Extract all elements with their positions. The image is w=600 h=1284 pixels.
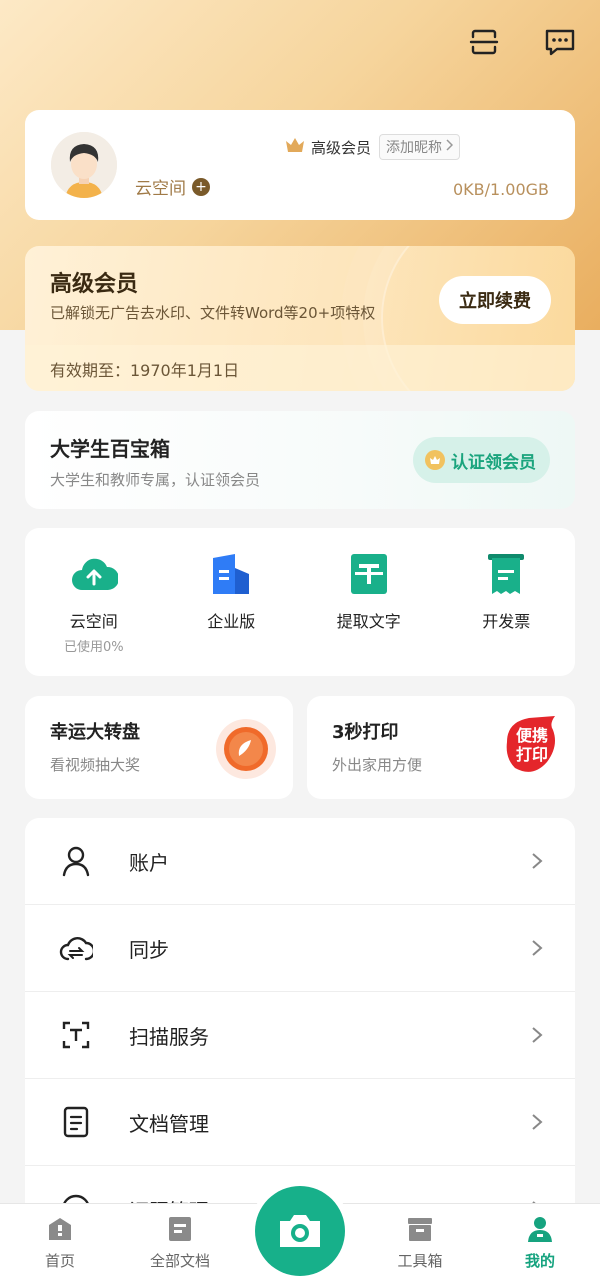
cloud-space-label: 云空间 [135, 179, 186, 199]
cloud-upload-icon [70, 550, 118, 598]
scan-icon[interactable] [466, 24, 502, 60]
member-info: 高级会员 添加昵称 [285, 134, 461, 160]
toolbox-icon [405, 1214, 435, 1244]
member-level-label: 高级会员 [311, 138, 372, 157]
text-scan-icon [59, 1018, 93, 1052]
promo-description: 外出家用方便 [332, 756, 423, 774]
coin-icon [425, 450, 445, 470]
quick-actions: 云空间 已使用0% 企业版 提取文字 开发票 [25, 528, 575, 676]
chevron-right-icon [531, 851, 545, 871]
vip-title: 高级会员 [50, 272, 139, 297]
plus-icon: + [192, 177, 210, 196]
tab-mine[interactable]: 我的 [490, 1214, 590, 1271]
chevron-right-icon [531, 1112, 545, 1132]
building-icon [207, 550, 255, 598]
promo-lucky-wheel[interactable]: 幸运大转盘 看视频抽大奖 [25, 696, 293, 799]
menu-label: 同步 [129, 937, 169, 962]
home-icon [45, 1214, 75, 1244]
chevron-right-icon [445, 139, 454, 155]
quick-invoice[interactable]: 开发票 [438, 528, 576, 676]
member-level: 高级会员 [285, 137, 371, 158]
menu-item-scan-service[interactable]: 扫描服务 [25, 992, 575, 1079]
tab-label: 全部文档 [149, 1252, 210, 1270]
promo-print[interactable]: 3秒打印 外出家用方便 便携 打印 [307, 696, 575, 799]
menu-label: 文档管理 [129, 1111, 209, 1136]
menu-label: 扫描服务 [129, 1024, 209, 1049]
badge-line: 便携 [515, 726, 548, 745]
camera-button-wrap [249, 1180, 351, 1282]
student-description: 大学生和教师专属，认证领会员 [50, 471, 261, 489]
quick-label: 云空间 [69, 612, 118, 631]
quick-label: 提取文字 [336, 612, 401, 631]
settings-menu: 账户 同步 扫描服务 文档管理 证照管理 [25, 818, 575, 1238]
cloud-sync-icon [59, 931, 93, 965]
menu-item-sync[interactable]: 同步 [25, 905, 575, 992]
invoice-icon [482, 550, 530, 598]
lucky-wheel-icon [215, 718, 277, 784]
quick-enterprise[interactable]: 企业版 [163, 528, 301, 676]
chevron-right-icon [531, 1025, 545, 1045]
renew-button[interactable]: 立即续费 [439, 276, 551, 324]
text-extract-icon [345, 550, 393, 598]
vip-expiry: 有效期至：1970年1月1日 [50, 361, 240, 380]
tab-label: 我的 [524, 1252, 555, 1270]
promo-description: 看视频抽大奖 [50, 756, 141, 774]
documents-icon [165, 1214, 195, 1244]
tab-home[interactable]: 首页 [10, 1214, 110, 1271]
camera-icon [280, 1215, 320, 1247]
storage-usage: 0KB/1.00GB [452, 180, 549, 199]
vip-card[interactable]: 高级会员 已解锁无广告去水印、文件转Word等20+项特权 立即续费 有效期至：… [25, 246, 575, 391]
tab-label: 首页 [44, 1252, 75, 1270]
message-icon[interactable] [542, 24, 578, 60]
crown-icon [285, 137, 305, 157]
user-profile-icon [525, 1214, 555, 1244]
vip-expiry-bar: 有效期至：1970年1月1日 [25, 345, 575, 391]
tab-all-documents[interactable]: 全部文档 [130, 1214, 230, 1271]
user-icon [59, 844, 93, 878]
cloud-space-entry[interactable]: 云空间 + [135, 174, 210, 199]
profile-card: 高级会员 添加昵称 云空间 + 0KB/1.00GB [25, 110, 575, 220]
camera-button[interactable] [255, 1186, 345, 1276]
quick-label: 企业版 [207, 612, 256, 631]
tab-toolbox[interactable]: 工具箱 [370, 1214, 470, 1271]
certify-label: 认证领会员 [451, 452, 536, 473]
add-nickname-label: 添加昵称 [386, 140, 443, 156]
menu-item-account[interactable]: 账户 [25, 818, 575, 905]
student-card[interactable]: 大学生百宝箱 大学生和教师专属，认证领会员 认证领会员 [25, 411, 575, 509]
quick-sub: 已使用0% [63, 640, 124, 655]
document-icon [59, 1105, 93, 1139]
portable-print-badge: 便携 打印 [499, 714, 565, 780]
top-toolbar [466, 24, 578, 60]
quick-label: 开发票 [482, 612, 531, 631]
tab-label: 工具箱 [397, 1252, 443, 1270]
vip-description: 已解锁无广告去水印、文件转Word等20+项特权 [50, 304, 376, 322]
chevron-right-icon [531, 938, 545, 958]
promo-title: 幸运大转盘 [50, 722, 140, 743]
promo-title: 3秒打印 [332, 722, 399, 743]
quick-cloud-space[interactable]: 云空间 已使用0% [25, 528, 163, 676]
badge-text: 便携 打印 [499, 726, 565, 764]
quick-extract-text[interactable]: 提取文字 [300, 528, 438, 676]
avatar[interactable] [51, 132, 117, 198]
menu-label: 账户 [129, 850, 169, 875]
badge-line: 打印 [515, 745, 548, 764]
add-nickname-button[interactable]: 添加昵称 [379, 134, 461, 160]
menu-item-doc-management[interactable]: 文档管理 [25, 1079, 575, 1166]
student-title: 大学生百宝箱 [50, 437, 170, 461]
certify-button[interactable]: 认证领会员 [413, 437, 550, 483]
